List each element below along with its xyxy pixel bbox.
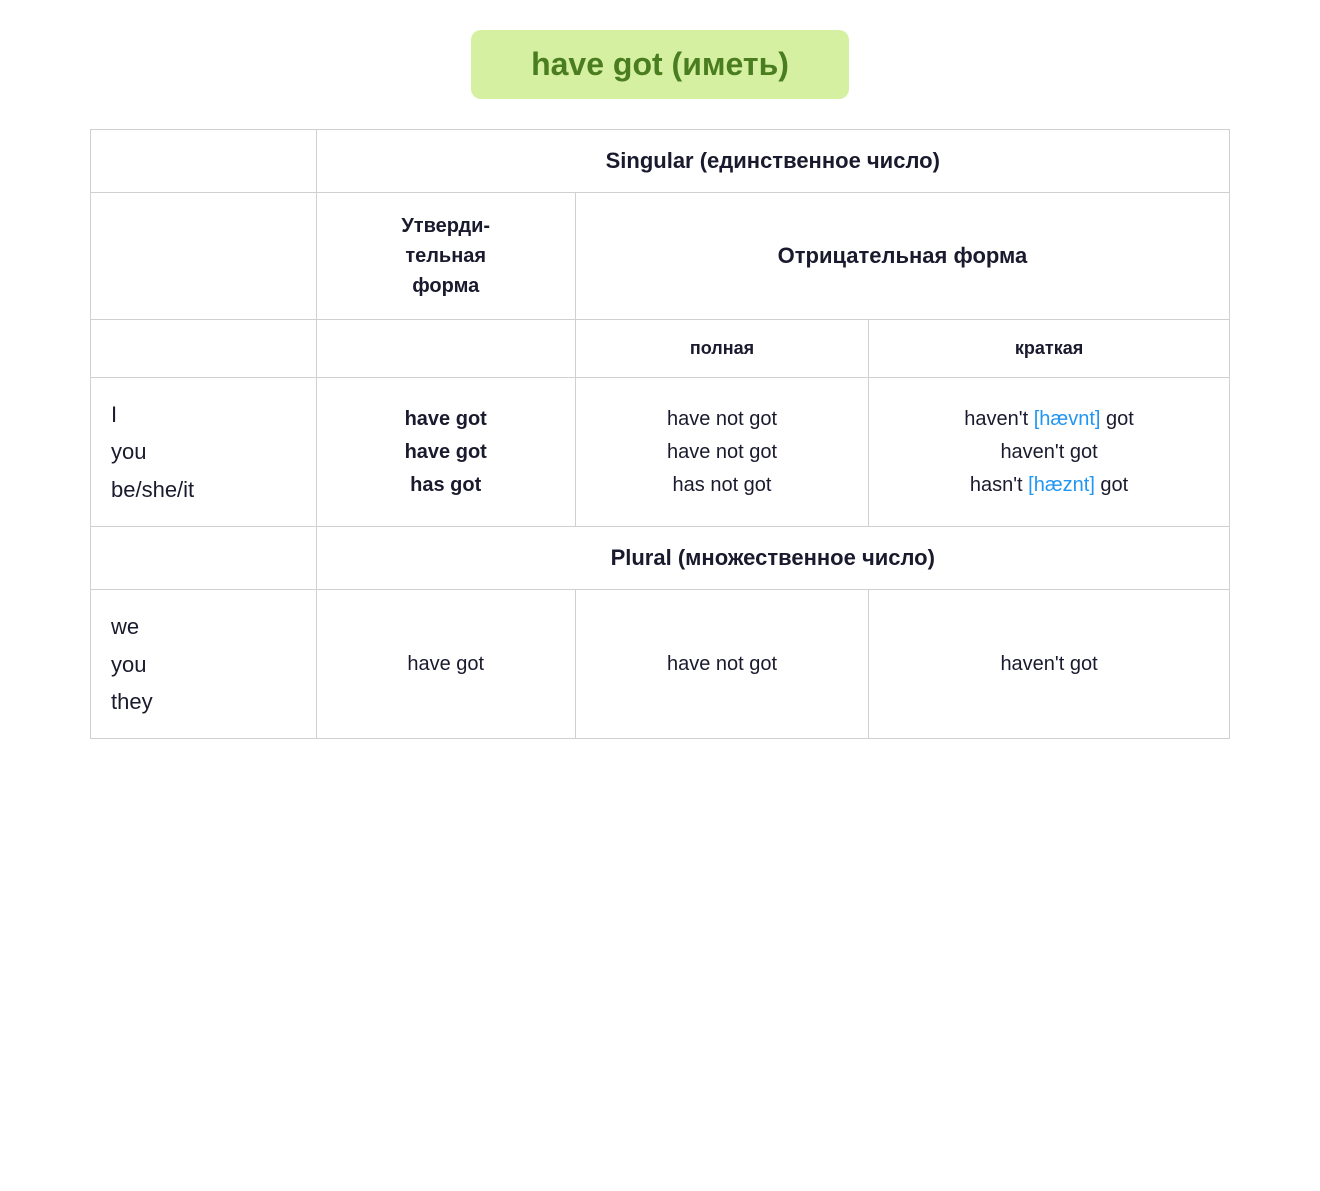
singular-affirmative: have gothave gothas got: [316, 378, 575, 527]
plural-pronouns: weyouthey: [91, 590, 317, 739]
phonetic-haevnt: [hævnt]: [1034, 408, 1101, 430]
singular-data-row: Iyoube/she/it have gothave gothas got ha…: [91, 378, 1230, 527]
plural-header: Plural (множественное число): [316, 527, 1229, 590]
full-subheader: полная: [575, 320, 868, 378]
empty-cell-plural: [91, 527, 317, 590]
empty-cell-sub: [91, 320, 317, 378]
singular-pronouns: Iyoube/she/it: [91, 378, 317, 527]
plural-data-row: weyouthey have got have not got haven't …: [91, 590, 1230, 739]
title-badge: have got (иметь): [471, 30, 849, 99]
empty-cell-singular: [91, 130, 317, 193]
plural-neg-full: have not got: [575, 590, 868, 739]
grammar-table: Singular (единственное число) Утверди-те…: [90, 129, 1230, 739]
singular-neg-short: haven't [hævnt] got haven't got hasn't […: [869, 378, 1230, 527]
title-text: have got (иметь): [531, 46, 789, 82]
short-subheader: краткая: [869, 320, 1230, 378]
plural-affirmative: have got: [316, 590, 575, 739]
singular-neg-full: have not gothave not gothas not got: [575, 378, 868, 527]
plural-header-row: Plural (множественное число): [91, 527, 1230, 590]
page-container: have got (иметь) Singular (единственное …: [90, 30, 1230, 739]
empty-cell-headers: [91, 193, 317, 320]
negative-header: Отрицательная форма: [575, 193, 1229, 320]
singular-header-row: Singular (единственное число): [91, 130, 1230, 193]
phonetic-haeznt: [hæznt]: [1028, 474, 1095, 496]
singular-header: Singular (единственное число): [316, 130, 1229, 193]
sub-headers-row: полная краткая: [91, 320, 1230, 378]
affirmative-header: Утверди-тельнаяформа: [316, 193, 575, 320]
plural-neg-short: haven't got: [869, 590, 1230, 739]
empty-cell-affirmative-sub: [316, 320, 575, 378]
column-headers-row: Утверди-тельнаяформа Отрицательная форма: [91, 193, 1230, 320]
